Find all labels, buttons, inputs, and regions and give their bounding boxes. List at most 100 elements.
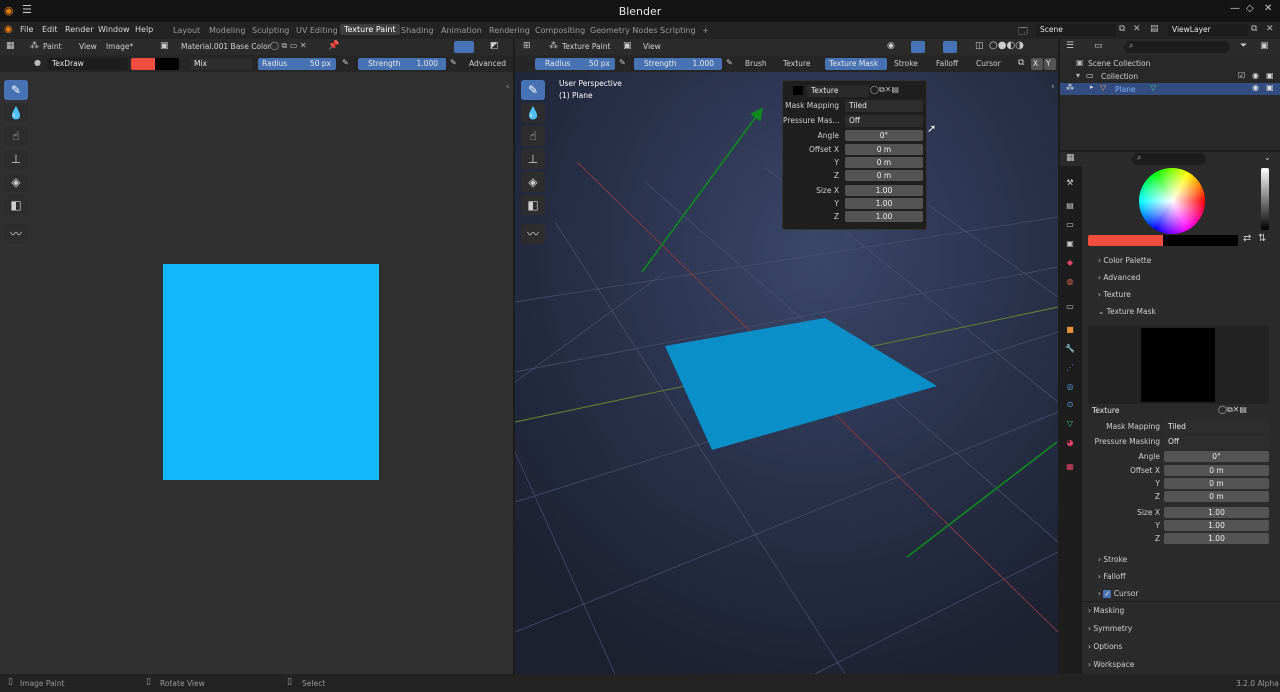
pressure-color-icon[interactable]: ⇅ xyxy=(1258,233,1266,244)
radius-slider[interactable]: Radius 50 px xyxy=(258,58,336,70)
section-advanced[interactable]: › Advanced xyxy=(1098,273,1140,282)
texture-selector[interactable]: Texture xyxy=(807,85,869,97)
section-workspace[interactable]: › Workspace xyxy=(1088,660,1134,669)
smear-tool-icon[interactable]: ☝ xyxy=(4,126,28,146)
view-layer-tab-icon[interactable]: ▣ xyxy=(1064,238,1076,250)
radius-pressure-icon[interactable]: ✎ xyxy=(619,58,626,67)
delete-scene-icon[interactable]: ✕ xyxy=(1133,24,1141,34)
section-cursor[interactable]: › ✓ Cursor xyxy=(1098,589,1138,598)
pressure-masking-dropdown[interactable]: Off xyxy=(845,115,923,127)
gizmo-toggle-icon[interactable]: ◩ xyxy=(490,41,499,51)
data-tab-icon[interactable]: ▽ xyxy=(1064,418,1076,430)
overlay-button[interactable] xyxy=(943,41,957,53)
annotate-tool-icon[interactable]: 〰 xyxy=(4,224,28,244)
size-x-field[interactable]: 1.00 xyxy=(845,185,923,196)
tab-animation[interactable]: Animation xyxy=(437,25,486,36)
menu-edit[interactable]: Edit xyxy=(42,25,58,34)
advanced-dropdown[interactable]: Advanced xyxy=(469,59,506,68)
tab-layout[interactable]: Layout xyxy=(169,25,204,36)
texture-tab-icon[interactable]: ▦ xyxy=(1064,461,1076,473)
options-chevron-icon[interactable]: ⌄ xyxy=(1264,153,1271,162)
texture-preview-swatch[interactable] xyxy=(793,86,803,95)
output-tab-icon[interactable]: ▭ xyxy=(1064,219,1076,231)
mask-tool-icon[interactable]: ◧ xyxy=(521,195,545,215)
tab-geometry-nodes[interactable]: Geometry Nodes xyxy=(586,25,661,36)
editor-type-icon[interactable]: ▦ xyxy=(6,41,15,51)
editor-type-icon[interactable]: ⊞ xyxy=(523,41,531,51)
tab-texture-paint[interactable]: Texture Paint xyxy=(340,24,400,35)
radius-slider[interactable]: Radius 50 px xyxy=(535,58,615,70)
visibility-eye-icon[interactable]: ◉ xyxy=(1252,71,1259,80)
mask-tool-icon[interactable]: ◧ xyxy=(4,195,28,215)
strength-pressure-icon[interactable]: ✎ xyxy=(726,58,733,67)
collection-tab-icon[interactable]: ▭ xyxy=(1064,301,1076,313)
section-falloff[interactable]: › Falloff xyxy=(1098,572,1126,581)
tab-sculpting[interactable]: Sculpting xyxy=(248,25,293,36)
swap-colors-icon[interactable]: ⇄ xyxy=(1243,233,1251,244)
visibility-eye-icon[interactable]: ◉ xyxy=(1252,83,1259,92)
secondary-color-swatch[interactable] xyxy=(155,58,179,70)
minimize-icon[interactable]: — xyxy=(1230,3,1240,14)
expand-collection-icon[interactable]: ▾ xyxy=(1076,71,1080,80)
expand-icon[interactable]: ▸ xyxy=(1090,83,1094,91)
strength-slider[interactable]: Strength 1.000 xyxy=(358,58,446,70)
secondary-color-swatch[interactable] xyxy=(1163,235,1238,246)
display-mode-icon[interactable]: ▭ xyxy=(1094,41,1103,51)
world-tab-icon[interactable]: ◍ xyxy=(1064,276,1076,288)
material-tab-icon[interactable]: ◕ xyxy=(1064,437,1076,449)
value-slider[interactable] xyxy=(1261,168,1269,230)
add-workspace-button[interactable]: + xyxy=(698,25,713,36)
brush-color-swatch[interactable] xyxy=(1088,235,1163,246)
stroke-menu[interactable]: Stroke xyxy=(894,59,918,68)
brush-menu[interactable]: Brush xyxy=(745,59,767,68)
menu-file[interactable]: File xyxy=(20,25,33,34)
section-masking[interactable]: › Masking xyxy=(1088,606,1124,615)
paint-mode-dropdown[interactable]: Paint xyxy=(43,42,62,51)
mask-texture-selector[interactable]: Texture xyxy=(1088,405,1216,417)
sidebar-toggle-icon[interactable]: ‹ xyxy=(506,82,510,92)
new-collection-icon[interactable]: ▣ xyxy=(1260,41,1269,51)
mask-toggle-icon[interactable]: ▣ xyxy=(623,41,632,51)
color-wheel[interactable] xyxy=(1139,168,1205,234)
object-tab-icon[interactable]: ■ xyxy=(1064,324,1076,336)
image-browse-icon[interactable]: ▣ xyxy=(160,41,169,51)
filter-icon[interactable]: ⏷ xyxy=(1240,41,1247,51)
mirror-y-toggle[interactable]: Y xyxy=(1044,58,1056,70)
maximize-icon[interactable]: ◇ xyxy=(1246,3,1254,14)
tab-modeling[interactable]: Modeling xyxy=(205,25,249,36)
brush-selector[interactable]: TexDraw xyxy=(48,58,128,70)
shading-modes-icon[interactable]: ○●◐◑ xyxy=(989,40,1024,51)
falloff-menu[interactable]: Falloff xyxy=(936,59,958,68)
tab-rendering[interactable]: Rendering xyxy=(485,25,534,36)
pressure-masking-dropdown[interactable]: Off xyxy=(1164,436,1269,448)
visibility-icon[interactable]: ◉ xyxy=(887,41,895,51)
new-scene-icon[interactable]: ⧉ xyxy=(1119,24,1125,34)
tab-shading[interactable]: Shading xyxy=(397,25,438,36)
section-symmetry[interactable]: › Symmetry xyxy=(1088,624,1132,633)
interaction-mode-dropdown[interactable]: Texture Paint xyxy=(562,42,610,51)
fake-user-icon[interactable]: ◯ ⧉ ▭ ✕ xyxy=(270,41,307,51)
render-camera-icon[interactable]: ▣ xyxy=(1266,71,1274,80)
new-view-layer-icon[interactable]: ⧉ xyxy=(1251,24,1257,34)
display-channels-button[interactable] xyxy=(454,41,474,53)
size-z-field[interactable]: 1.00 xyxy=(1164,533,1269,544)
plane-row[interactable]: ⁂ ▸ ▽ Plane ▽ ◉ ▣ xyxy=(1060,83,1280,95)
scene-collection-item[interactable]: Scene Collection xyxy=(1088,59,1150,68)
texture-mask-menu[interactable]: Texture Mask xyxy=(825,58,887,70)
radius-pressure-icon[interactable]: ✎ xyxy=(342,58,349,67)
exclude-checkbox-icon[interactable]: ☑ xyxy=(1238,71,1245,80)
sidebar-toggle-icon[interactable]: ‹ xyxy=(1051,82,1055,92)
editor-type-icon[interactable]: ☰ xyxy=(1066,41,1074,51)
scene-tab-icon[interactable]: ◆ xyxy=(1064,257,1076,269)
view-layer-icon[interactable]: ▤ xyxy=(1150,24,1159,34)
particles-tab-icon[interactable]: ⋰ xyxy=(1064,362,1076,374)
size-z-field[interactable]: 1.00 xyxy=(845,211,923,222)
cursor-menu[interactable]: Cursor xyxy=(976,59,1001,68)
offset-z-field[interactable]: 0 m xyxy=(1164,491,1269,502)
size-y-field[interactable]: 1.00 xyxy=(845,198,923,209)
section-stroke[interactable]: › Stroke xyxy=(1098,555,1127,564)
view-layer-selector[interactable]: ViewLayer xyxy=(1168,24,1248,36)
mirror-x-toggle[interactable]: X xyxy=(1031,58,1043,70)
angle-field[interactable]: 0° xyxy=(845,130,923,141)
fill-tool-icon[interactable]: ◈ xyxy=(521,172,545,192)
